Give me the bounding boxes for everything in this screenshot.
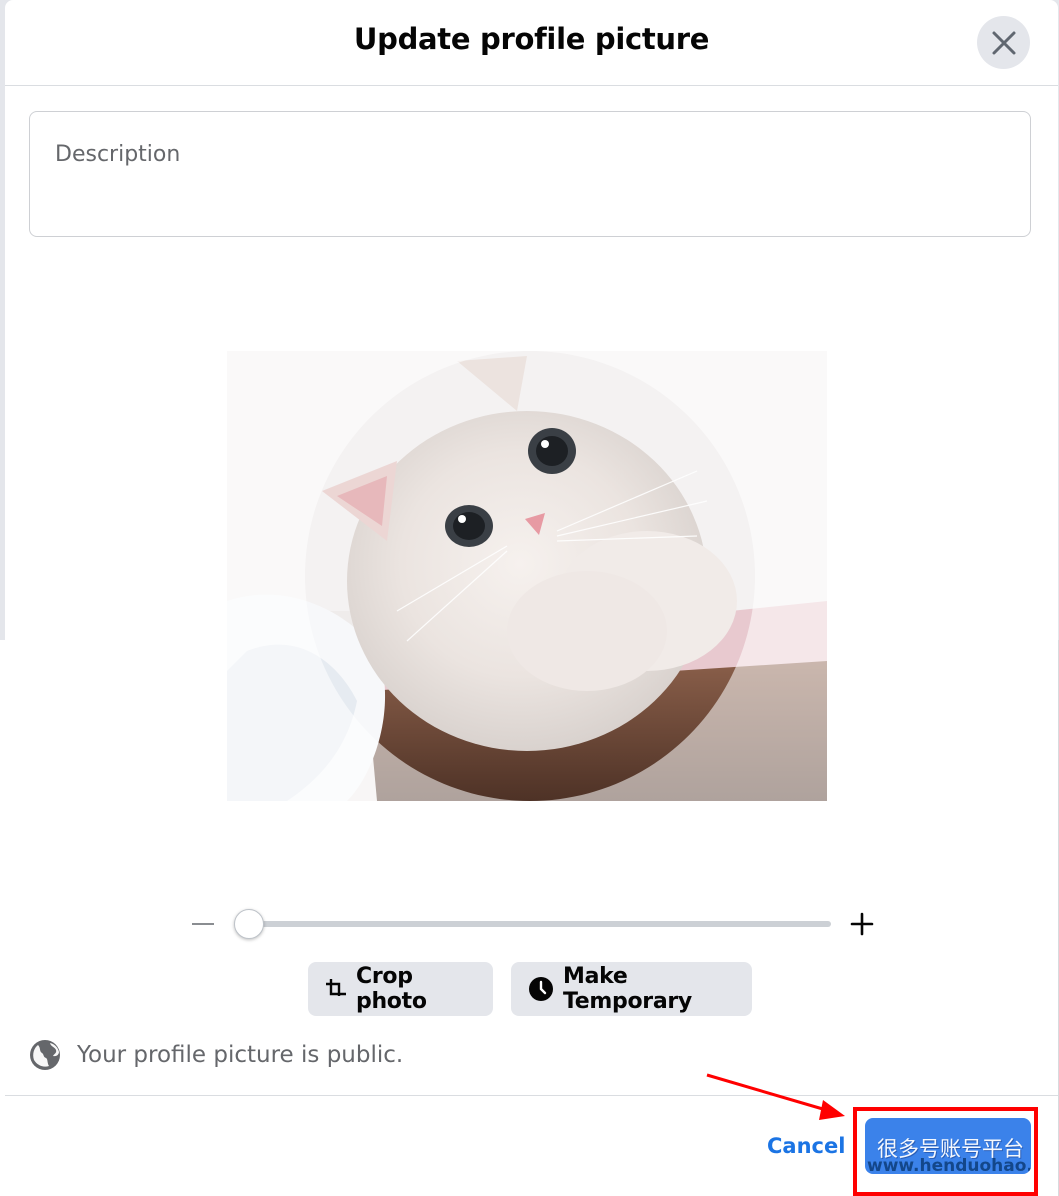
description-field-container (29, 111, 1031, 237)
make-temporary-button[interactable]: Make Temporary (511, 962, 752, 1016)
minus-icon (192, 923, 214, 925)
make-temporary-label: Make Temporary (563, 964, 692, 1014)
cancel-button[interactable]: Cancel (767, 1134, 845, 1158)
zoom-slider-handle[interactable] (234, 909, 264, 939)
annotation-arrow (706, 1073, 845, 1120)
zoom-out-button[interactable] (191, 902, 215, 946)
crop-photo-button[interactable]: Crop photo (308, 962, 493, 1016)
zoom-control (191, 902, 874, 946)
crop-photo-label: Crop photo (356, 964, 427, 1014)
zoom-slider-track[interactable] (236, 921, 831, 927)
plus-icon (850, 912, 874, 936)
privacy-notice: Your profile picture is public. (29, 1036, 403, 1074)
update-profile-picture-dialog: Update profile picture Description Crop … (5, 0, 1058, 1196)
close-icon (992, 31, 1015, 54)
kitten-photo (227, 351, 827, 801)
description-input[interactable] (55, 142, 1005, 206)
annotation-highlight-box (853, 1107, 1038, 1196)
profile-photo-preview[interactable] (227, 351, 827, 801)
globe-icon (30, 1040, 60, 1070)
crop-icon (325, 978, 347, 1000)
clock-icon (528, 976, 554, 1002)
dialog-title: Update profile picture (353, 22, 710, 56)
dialog-header: Update profile picture (5, 0, 1058, 86)
zoom-in-button[interactable] (846, 902, 878, 946)
close-button[interactable] (977, 16, 1030, 69)
privacy-text: Your profile picture is public. (77, 1042, 404, 1068)
